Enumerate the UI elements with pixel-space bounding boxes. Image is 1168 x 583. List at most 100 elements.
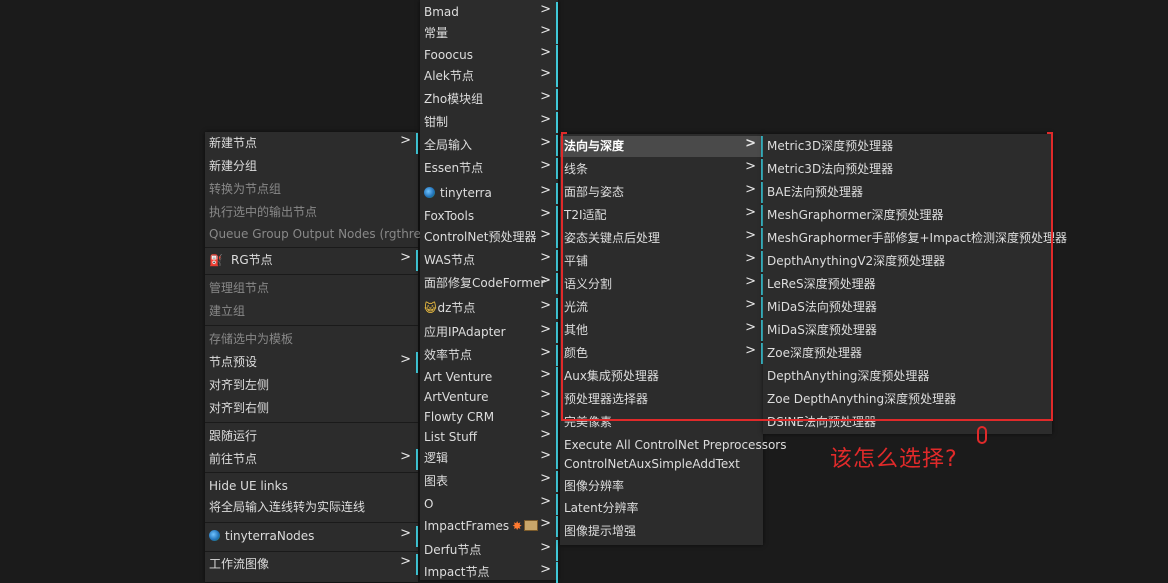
category-item-essen[interactable]: Essen节点 > [420, 158, 558, 179]
menu-item-tinyterra-nodes[interactable]: tinyterraNodes > [205, 526, 418, 547]
category-item-controlnet-preprocessors[interactable]: ControlNet预处理器 > [420, 227, 558, 248]
menu-item-node-presets[interactable]: 节点预设 > [205, 352, 418, 373]
menu-item-label: 跟随运行 [209, 429, 258, 443]
menu-item-hide-ue-links[interactable]: Hide UE links [205, 476, 418, 497]
globe-icon [424, 187, 435, 198]
submenu-arrow-icon: > [540, 45, 551, 60]
menu-item-label: 图像分辨率 [564, 479, 625, 493]
menu-item-label: RG节点 [231, 253, 273, 267]
menu-item-label: 效率节点 [424, 348, 473, 362]
submenu-arrow-icon: > [540, 407, 551, 422]
cn-item-image-resolution[interactable]: 图像分辨率 [560, 476, 763, 497]
menu-item-label: 应用IPAdapter [424, 325, 506, 339]
submenu-arrow-icon: > [540, 183, 551, 198]
menu-item-go-to-node[interactable]: 前往节点 > [205, 449, 418, 470]
category-item-tinyterra[interactable]: tinyterra > [420, 183, 558, 204]
menu-item-label: List Stuff [424, 430, 477, 444]
cn-item-image-prompt-enhance[interactable]: 图像提示增强 [560, 521, 763, 542]
category-item-impact[interactable]: Impact节点 > [420, 562, 558, 583]
submenu-arrow-icon: > [400, 133, 411, 148]
category-item-charts[interactable]: 图表 > [420, 471, 558, 492]
category-item-alek[interactable]: Alek节点 > [420, 66, 558, 87]
submenu-arrow-icon: > [400, 250, 411, 265]
category-item-fooocus[interactable]: Fooocus > [420, 45, 558, 66]
menu-item-create-group: 建立组 [205, 301, 418, 322]
submenu-arrow-icon: > [400, 554, 411, 569]
menu-item-label: Hide UE links [209, 479, 288, 493]
cn-item-latent-resolution[interactable]: Latent分辨率 [560, 498, 763, 519]
category-item-zho[interactable]: Zho模块组 > [420, 89, 558, 110]
menu-separator [205, 274, 418, 275]
menu-item-label: 钳制 [424, 115, 449, 129]
menu-item-label: Fooocus [424, 48, 473, 62]
category-item-dz[interactable]: 😺dz节点 > [420, 298, 558, 319]
menu-item-convert-global-links[interactable]: 将全局输入连线转为实际连线 [205, 497, 418, 518]
category-item-clamp[interactable]: 钳制 > [420, 112, 558, 133]
menu-item-new-node[interactable]: 新建节点 > [205, 133, 418, 154]
category-item-flowty-crm[interactable]: Flowty CRM > [420, 407, 558, 428]
category-item-art-venture[interactable]: Art Venture > [420, 367, 558, 388]
category-item-logic[interactable]: 逻辑 > [420, 448, 558, 469]
submenu-arrow-icon: > [540, 2, 551, 17]
menu-item-label: 将全局输入连线转为实际连线 [209, 500, 366, 514]
menu-item-manage-group-nodes: 管理组节点 [205, 278, 418, 299]
category-item-foxtools[interactable]: FoxTools > [420, 206, 558, 227]
cn-item-simple-add-text[interactable]: ControlNetAuxSimpleAddText [560, 454, 763, 475]
menu-item-follow-execution[interactable]: 跟随运行 [205, 426, 418, 447]
box-icon [524, 520, 539, 531]
menu-item-align-right[interactable]: 对齐到右侧 [205, 398, 418, 419]
category-item-was[interactable]: WAS节点 > [420, 250, 558, 271]
menu-item-rg-nodes[interactable]: ⛽ RG节点 > [205, 250, 418, 271]
annotation-question: 该怎么选择? [830, 447, 958, 472]
submenu-arrow-icon: > [400, 352, 411, 367]
category-item-codeformer[interactable]: 面部修复CodeFormer > [420, 273, 558, 294]
category-item-list-stuff[interactable]: List Stuff > [420, 427, 558, 448]
category-item-bmad[interactable]: Bmad > [420, 2, 558, 23]
menu-item-label: 管理组节点 [209, 281, 270, 295]
menu-item-label: 常量 [424, 26, 449, 40]
menu-item-label: FoxTools [424, 209, 475, 223]
submenu-arrow-icon: > [400, 449, 411, 464]
cat-face-icon: 😺 [424, 301, 437, 315]
submenu-arrow-icon: > [540, 227, 551, 242]
submenu-arrow-icon: > [540, 206, 551, 221]
menu-item-label: ControlNetAuxSimpleAddText [564, 457, 740, 471]
cn-item-execute-all[interactable]: Execute All ControlNet Preprocessors [560, 435, 786, 456]
category-item-efficiency[interactable]: 效率节点 > [420, 345, 558, 366]
menu-item-label: 面部修复CodeFormer [424, 276, 546, 290]
menu-item-label: 前往节点 [209, 452, 258, 466]
menu-item-label: ArtVenture [424, 390, 489, 404]
category-item-impactframes[interactable]: ImpactFrames ✸ > [420, 516, 558, 537]
menu-item-label: 对齐到右侧 [209, 401, 270, 415]
submenu-arrow-icon: > [540, 23, 551, 38]
category-item-artventure[interactable]: ArtVenture > [420, 387, 558, 408]
category-item-global-input[interactable]: 全局输入 > [420, 135, 558, 156]
menu-item-label: Impact节点 [424, 565, 490, 579]
category-item-o[interactable]: O > [420, 494, 558, 515]
menu-item-label: ControlNet预处理器 [424, 230, 537, 244]
submenu-arrow-icon: > [540, 345, 551, 360]
menu-item-label: 逻辑 [424, 451, 449, 465]
submenu-arrow-icon: > [540, 135, 551, 150]
menu-item-label: 全局输入 [424, 138, 473, 152]
category-item-constants[interactable]: 常量 > [420, 23, 558, 44]
menu-item-label: Essen节点 [424, 161, 484, 175]
menu-item-label: 图像提示增强 [564, 524, 637, 538]
menu-separator [205, 325, 418, 326]
menu-item-label: Execute All ControlNet Preprocessors [564, 438, 787, 452]
category-item-derfu[interactable]: Derfu节点 > [420, 540, 558, 561]
menu-item-label: 建立组 [209, 304, 246, 318]
annotation-scribble [977, 426, 987, 444]
menu-separator [205, 472, 418, 473]
menu-item-label: 新建节点 [209, 136, 258, 150]
menu-item-align-left[interactable]: 对齐到左侧 [205, 375, 418, 396]
menu-item-label: tinyterra [440, 186, 492, 200]
menu-item-label: Flowty CRM [424, 410, 495, 424]
menu-item-label: ImpactFrames [424, 519, 510, 533]
submenu-arrow-icon: > [540, 387, 551, 402]
menu-item-label: Zho模块组 [424, 92, 484, 106]
category-item-ipadapter[interactable]: 应用IPAdapter > [420, 322, 558, 343]
menu-item-workflow-image[interactable]: 工作流图像 > [205, 554, 418, 575]
menu-item-new-group[interactable]: 新建分组 [205, 156, 418, 177]
menu-separator [205, 422, 418, 423]
